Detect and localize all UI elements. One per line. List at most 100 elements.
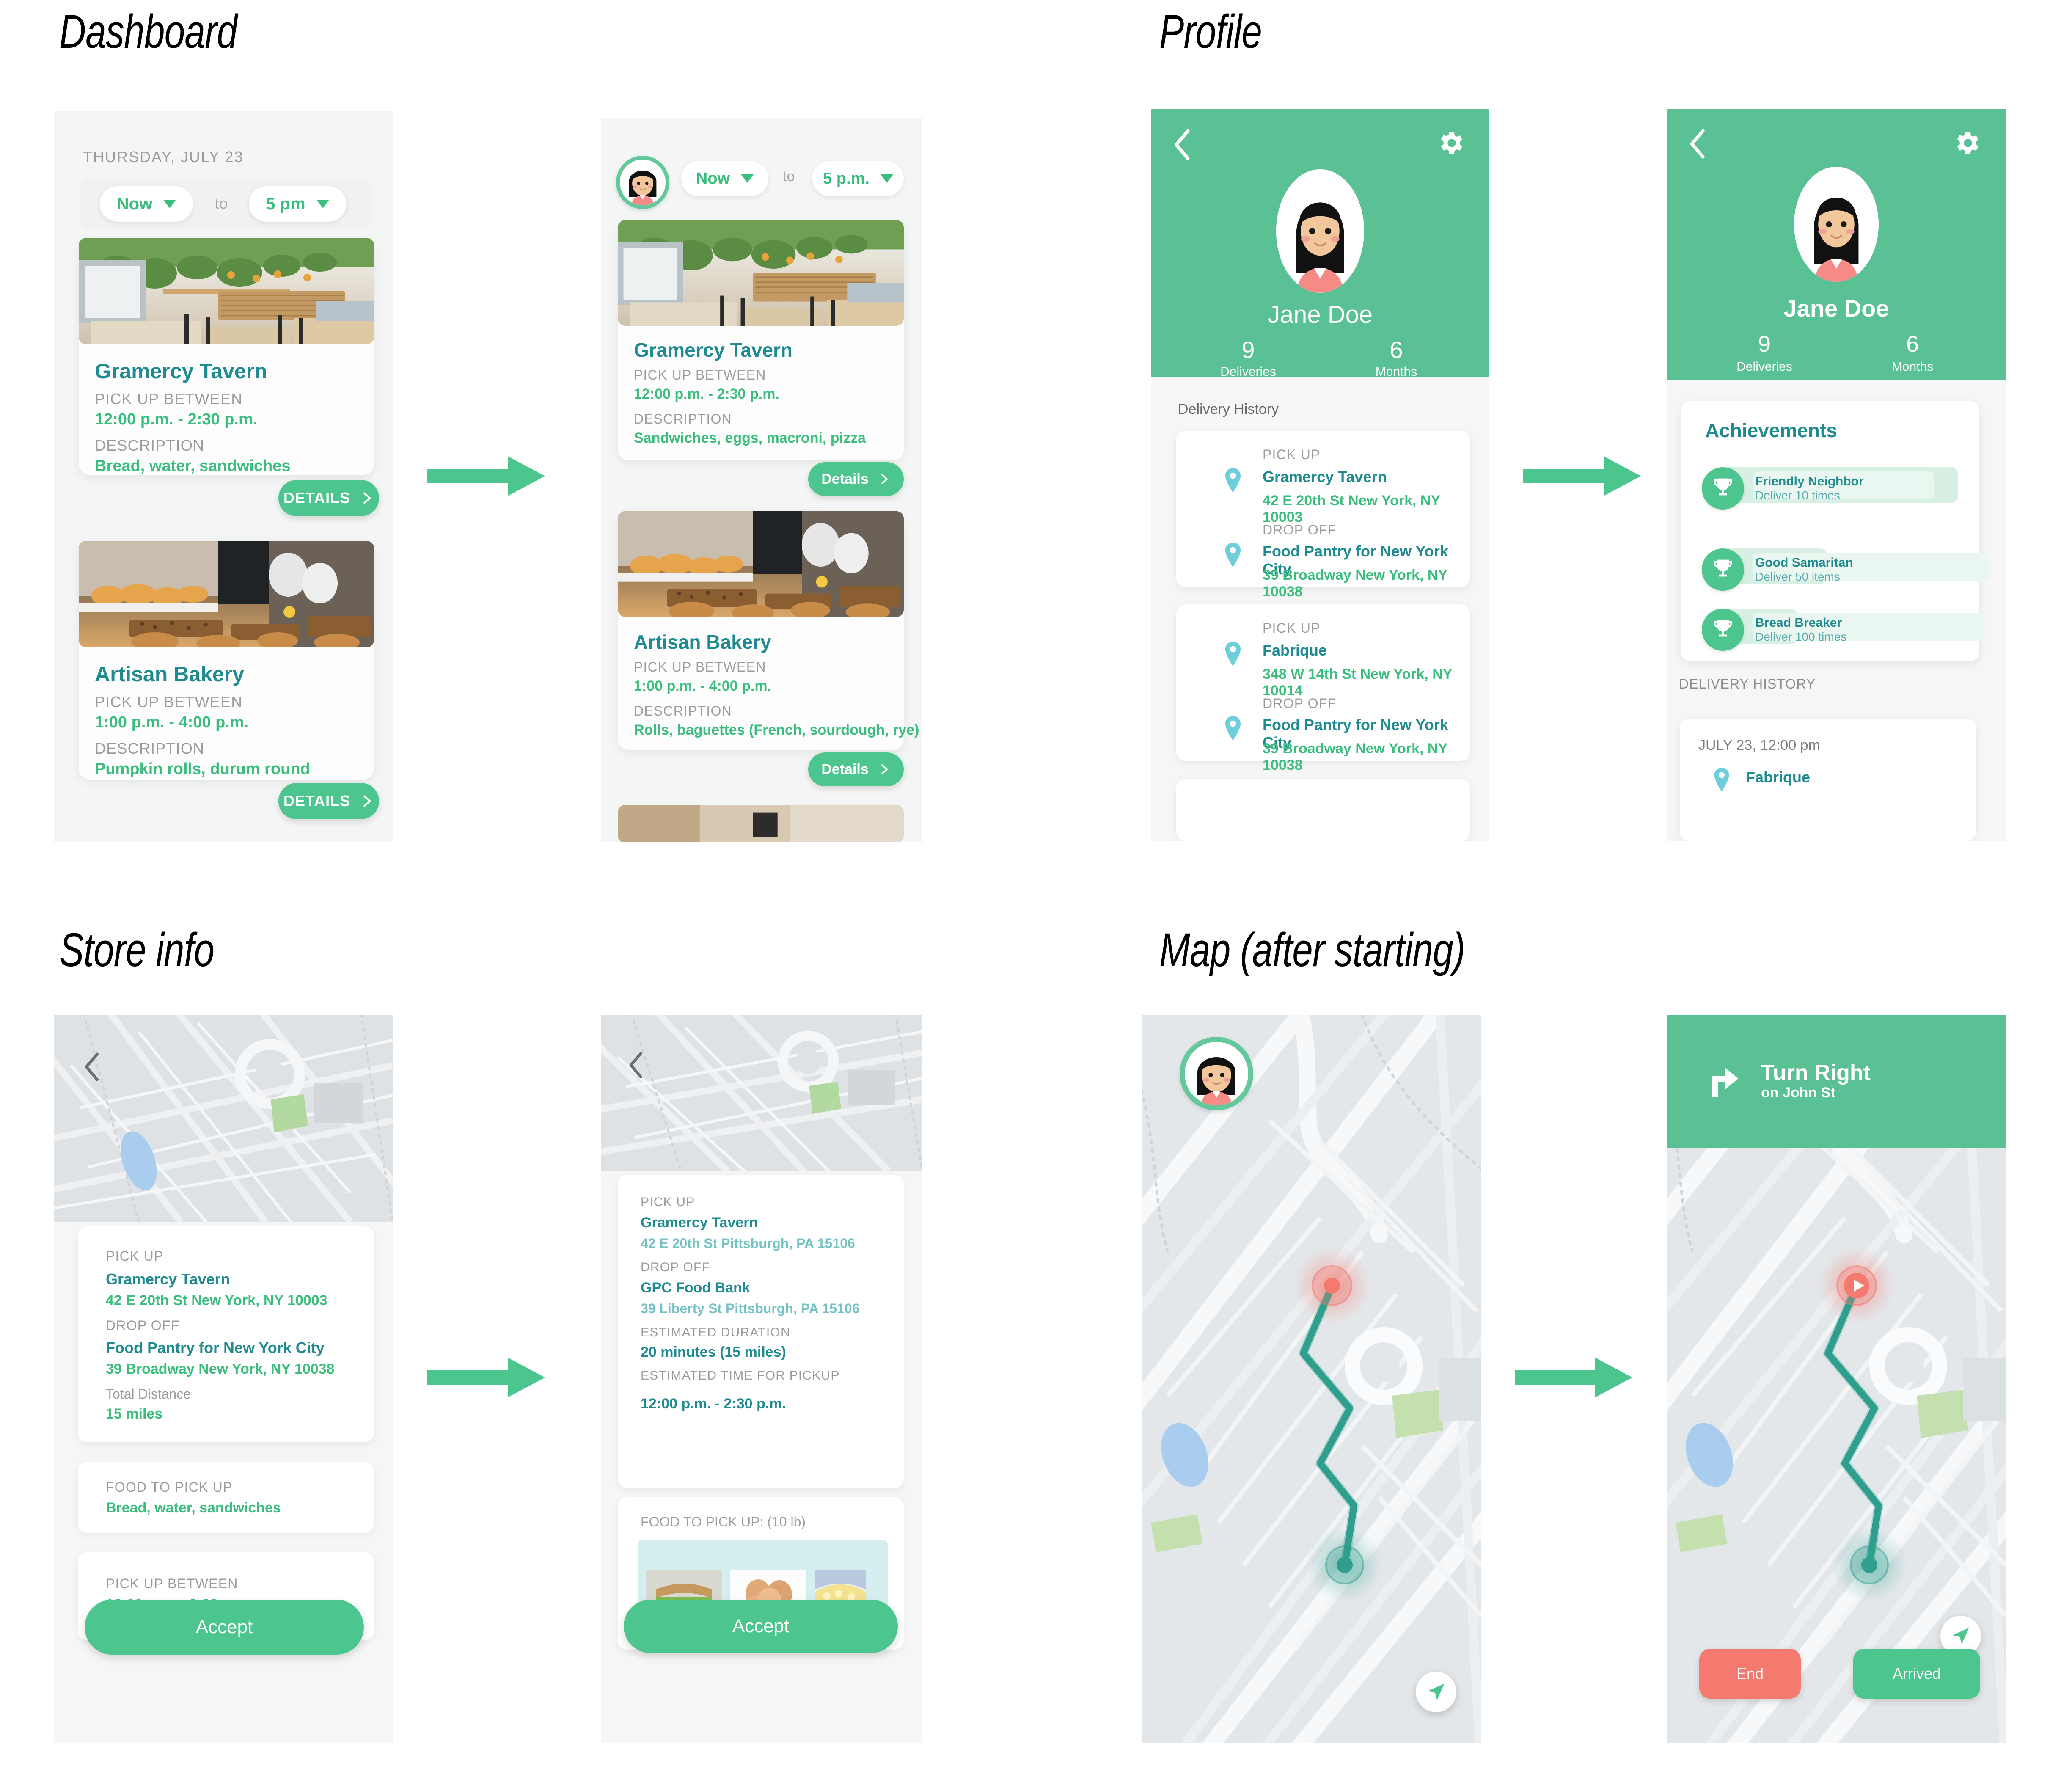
dropoff-name: Food Pantry for New York City	[106, 1339, 325, 1356]
map-screen-2[interactable]: Turn Right on John St End Arrived	[1667, 1015, 2006, 1743]
history-pickup-name-2: Fabrique	[1263, 642, 1327, 659]
time-range-separator: to	[783, 168, 795, 185]
listing-description-label-2: DESCRIPTION	[95, 740, 205, 757]
listing-pickup-time-1: 12:00 p.m. - 2:30 p.m.	[634, 386, 779, 402]
details-button-2[interactable]: DETAILS	[278, 783, 379, 819]
turn-right-icon	[1712, 1068, 1738, 1097]
dropoff-name: GPC Food Bank	[641, 1280, 750, 1296]
pickup-label: PICK UP	[106, 1248, 164, 1264]
details-button-label-1: DETAILS	[283, 489, 351, 507]
route-card: PICK UP Gramercy Tavern 42 E 20th St Pit…	[618, 1175, 904, 1488]
time-range-separator: to	[215, 195, 228, 212]
back-arrow-icon[interactable]	[1686, 128, 1710, 160]
accept-button[interactable]: Accept	[624, 1600, 898, 1653]
map-canvas[interactable]	[1142, 1015, 1481, 1743]
dropoff-address: 39 Liberty St Pittsburgh, PA 15106	[641, 1301, 860, 1316]
history-timestamp: JULY 23, 12:00 pm	[1698, 737, 1820, 753]
food-value: Bread, water, sandwiches	[106, 1500, 281, 1516]
time-to-value: 5 pm	[266, 194, 305, 213]
listing-description-label-2: DESCRIPTION	[634, 703, 732, 719]
history-pickup-label-1: PICK UP	[1263, 447, 1321, 462]
history-card-latest[interactable]: JULY 23, 12:00 pm Fabrique	[1680, 719, 1976, 841]
flow-arrow-dashboard	[427, 456, 545, 496]
listing-pickup-label-1: PICK UP BETWEEN	[634, 367, 766, 383]
end-button[interactable]: End	[1699, 1649, 1801, 1699]
turn-subtitle: on John St	[1761, 1084, 1835, 1101]
end-button-label: End	[1736, 1665, 1764, 1682]
trophy-icon	[1702, 467, 1744, 510]
listing-name-2: Artisan Bakery	[95, 662, 244, 686]
history-place: Fabrique	[1746, 769, 1811, 786]
chevron-down-icon	[741, 174, 754, 183]
flow-arrow-profile	[1523, 456, 1641, 496]
listing-pickup-time-1: 12:00 p.m. - 2:30 p.m.	[95, 410, 258, 428]
achievement-title-3: Bread Breaker	[1755, 616, 1842, 630]
back-arrow-icon[interactable]	[80, 1051, 104, 1083]
dropoff-label: DROP OFF	[106, 1318, 180, 1333]
back-arrow-icon[interactable]	[1169, 128, 1196, 162]
pickup-label: PICK UP	[641, 1195, 695, 1209]
chevron-down-icon	[316, 200, 329, 208]
listing-name-1: Gramercy Tavern	[634, 339, 793, 361]
pickup-time-label: ESTIMATED TIME FOR PICKUP	[641, 1369, 840, 1383]
dashboard-screen-2: Now to 5 p.m. Gramercy Tavern PICK UP BE…	[601, 118, 922, 842]
achievements-card: Achievements Friendly Neighbor Deliver 1…	[1681, 401, 1989, 661]
trophy-icon	[1702, 609, 1744, 651]
back-arrow-icon[interactable]	[625, 1050, 647, 1080]
listing-pickup-label-1: PICK UP BETWEEN	[95, 390, 243, 408]
listing-description-2: Pumpkin rolls, durum round	[95, 760, 310, 778]
stat-value-months: 6	[1906, 331, 1919, 357]
achievement-row-1[interactable]: Friendly Neighbor Deliver 10 times	[1702, 464, 1960, 513]
listing-name-1: Gramercy Tavern	[95, 359, 267, 383]
listing-description-label-1: DESCRIPTION	[634, 411, 732, 427]
delivery-history-title: DELIVERY HISTORY	[1679, 676, 1816, 691]
dropoff-label: DROP OFF	[641, 1260, 710, 1274]
stat-label-months: Months	[1891, 360, 1934, 374]
gear-icon[interactable]	[1435, 128, 1466, 158]
time-to-dropdown[interactable]: 5 p.m.	[812, 161, 904, 196]
listing-photo-3	[618, 805, 904, 842]
details-button-1[interactable]: Details	[808, 462, 904, 496]
profile-screen-2: Jane Doe 9 Deliveries 6 Months Achieveme…	[1667, 109, 2006, 841]
section-title-map: Map (after starting)	[1159, 923, 1465, 976]
gear-icon[interactable]	[1951, 128, 1982, 158]
details-button-label-2: Details	[821, 761, 869, 777]
achievement-row-2[interactable]: Good Samaritan Deliver 50 items	[1702, 545, 1989, 594]
stat-label-deliveries: Deliveries	[1736, 360, 1792, 374]
chevron-right-icon	[363, 492, 371, 504]
avatar[interactable]	[616, 156, 669, 209]
time-from-dropdown[interactable]: Now	[681, 161, 768, 196]
arrived-button[interactable]: Arrived	[1853, 1649, 1980, 1699]
achievement-row-3[interactable]: Bread Breaker Deliver 100 times	[1702, 605, 1984, 654]
listing-photo-2	[79, 541, 374, 647]
navigation-arrow-icon[interactable]	[1416, 1672, 1456, 1712]
achievement-sub-1: Deliver 10 times	[1755, 489, 1840, 502]
store-map-preview[interactable]	[54, 1015, 393, 1222]
history-pickup-address-1: 42 E 20th St New York, NY 10003	[1263, 493, 1440, 525]
listing-description-1: Bread, water, sandwiches	[95, 457, 291, 475]
time-to-dropdown[interactable]: 5 pm	[249, 186, 346, 222]
history-card-2[interactable]: PICK UP Fabrique 348 W 14th St New York,…	[1176, 604, 1470, 773]
listing-description-2: Rolls, baguettes (French, sourdough, rye…	[634, 722, 919, 738]
stat-value-deliveries: 9	[1241, 336, 1255, 363]
total-distance-label: Total Distance	[106, 1386, 191, 1402]
history-card-1[interactable]: PICK UP Gramercy Tavern 42 E 20th St New…	[1176, 431, 1470, 600]
arrived-button-label: Arrived	[1892, 1665, 1941, 1682]
history-card-3[interactable]	[1176, 779, 1470, 841]
map-pin-icon	[1225, 642, 1241, 666]
details-button-2[interactable]: Details	[808, 752, 904, 786]
profile-name: Jane Doe	[1267, 301, 1373, 328]
profile-avatar	[1276, 169, 1364, 293]
details-button-label-1: Details	[821, 471, 869, 487]
store-map-preview[interactable]	[601, 1015, 922, 1171]
dropoff-address: 39 Broadway New York, NY 10038	[106, 1361, 335, 1377]
achievement-sub-3: Deliver 100 times	[1755, 630, 1847, 643]
time-from-dropdown[interactable]: Now	[100, 186, 193, 222]
accept-button[interactable]: Accept	[85, 1600, 364, 1655]
stat-label-months: Months	[1375, 365, 1417, 379]
map-user-avatar[interactable]	[1180, 1037, 1253, 1110]
map-screen-1[interactable]	[1142, 1015, 1481, 1743]
history-pickup-label-2: PICK UP	[1263, 620, 1321, 636]
pickup-time-value: 12:00 p.m. - 2:30 p.m.	[641, 1396, 786, 1412]
details-button-1[interactable]: DETAILS	[278, 480, 379, 516]
